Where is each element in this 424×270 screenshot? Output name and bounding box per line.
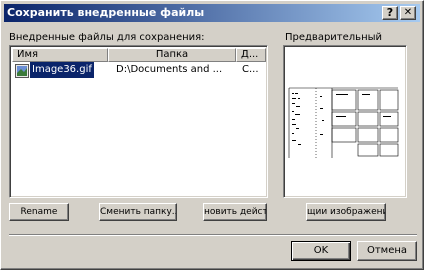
folder-cell: D:\Documents and ... [116,64,223,75]
gif-image-icon [15,64,29,78]
save-embedded-files-dialog: Сохранить внедренные файлы ? ✕ Внедренны… [0,0,424,270]
image-options-button[interactable]: щии изображени [306,203,386,221]
change-folder-button[interactable]: Сменить папку... [99,203,177,221]
files-list-label: Внедренные файлы для сохранения: [9,32,205,43]
title-bar: Сохранить внедренные файлы ? ✕ [4,4,420,22]
preview-pane [283,45,407,198]
files-listview[interactable]: Имя Папка Д... Image36.gif D:\Documents … [9,45,268,198]
rename-button[interactable]: Rename [9,203,69,221]
ok-button[interactable]: OK [291,241,351,261]
preview-label: Предварительный [285,32,382,43]
divider [9,234,417,236]
column-header-name[interactable]: Имя [12,48,108,62]
d-cell: C... [242,64,259,75]
refresh-action-button[interactable]: новить дейст [203,203,267,221]
preview-thumbnail [288,87,399,158]
cancel-button[interactable]: Отмена [357,241,417,261]
file-name-cell: Image36.gif [30,62,94,78]
window-title: Сохранить внедренные файлы [7,6,205,19]
column-header-d[interactable]: Д... [236,48,266,62]
help-button[interactable]: ? [382,6,398,20]
list-item[interactable]: Image36.gif D:\Documents and ... C... [12,62,266,80]
close-button[interactable]: ✕ [400,6,416,20]
column-header-folder[interactable]: Папка [108,48,236,62]
